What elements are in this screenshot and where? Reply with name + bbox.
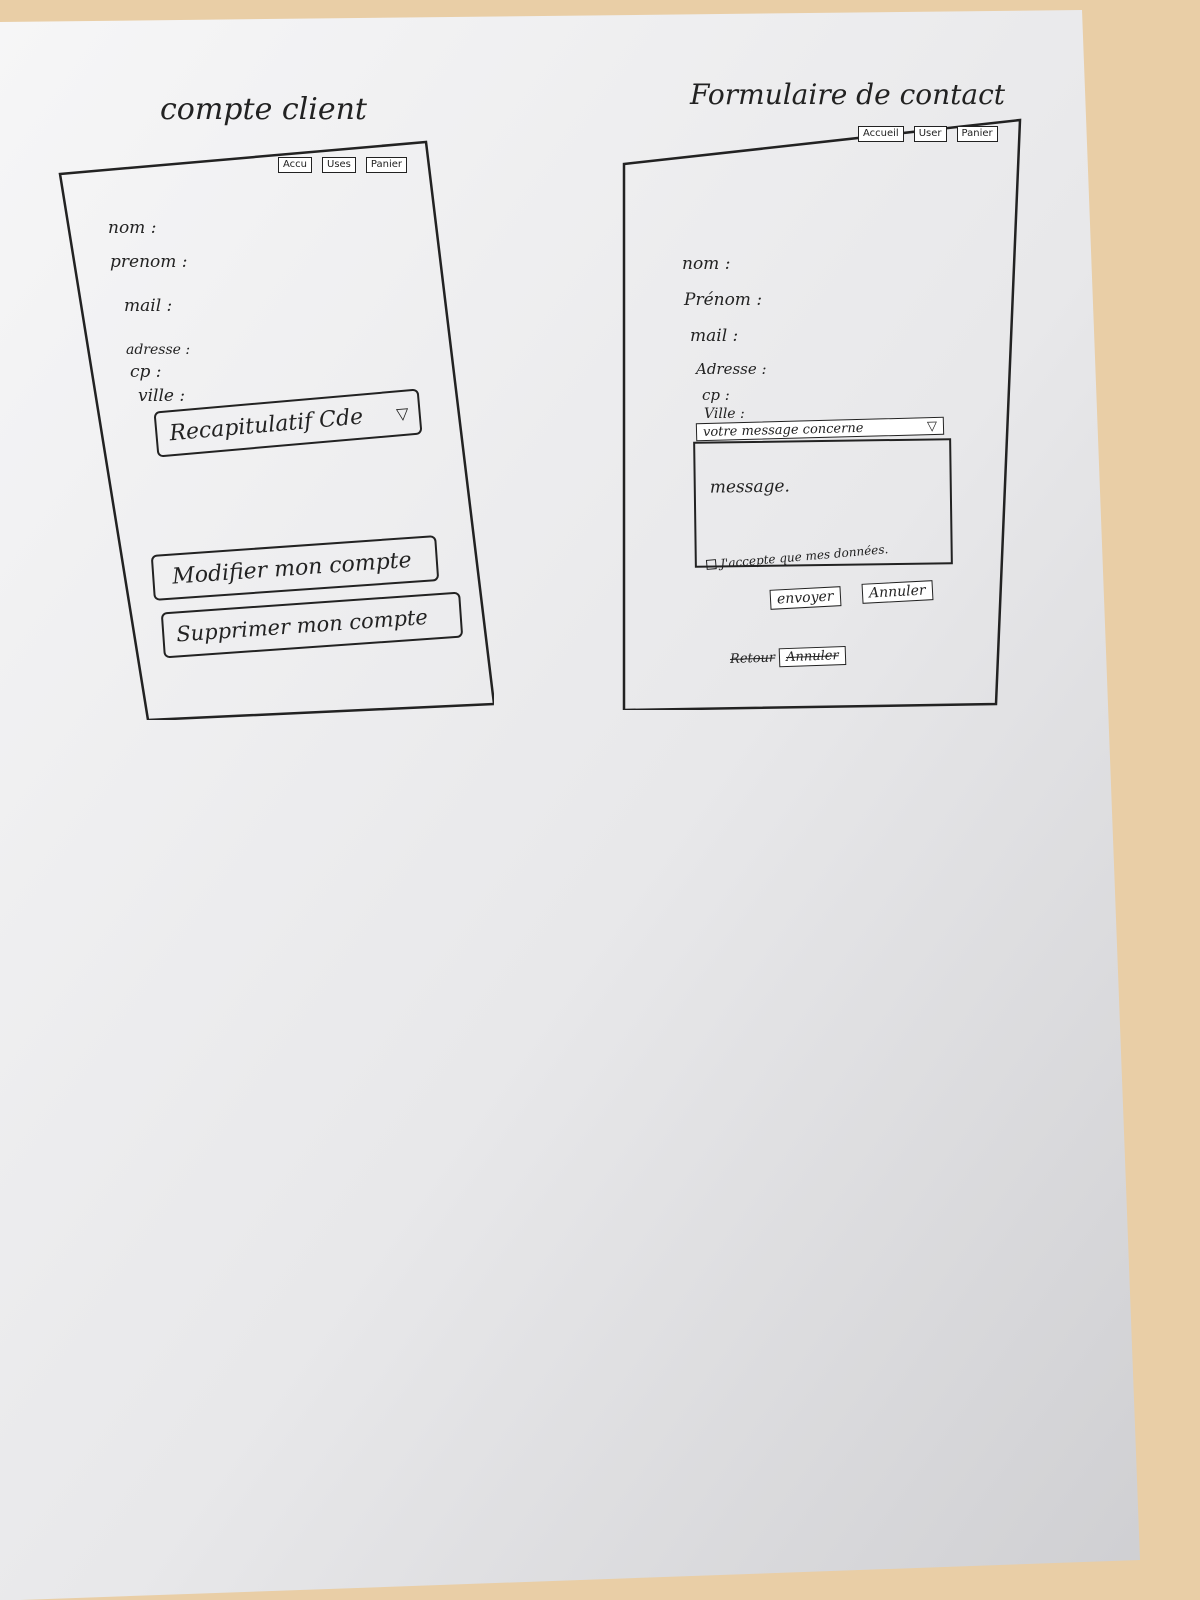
nav-panier[interactable]: Panier <box>365 157 407 173</box>
field-adresse: adresse : <box>126 342 191 358</box>
field-cp: cp : <box>702 386 730 404</box>
contact-phone-wireframe: Accueil User Panier nom : Prénom : mail … <box>622 118 1026 710</box>
photo-stage: compte client Formulaire de contact Accu… <box>0 0 1200 1600</box>
field-cp: cp : <box>130 362 162 382</box>
cancel-button[interactable]: Annuler <box>861 580 934 604</box>
chevron-down-icon: ▽ <box>395 402 410 423</box>
nav-panier[interactable]: Panier <box>956 126 998 142</box>
bottom-cancel-button[interactable]: Annuler <box>778 645 846 668</box>
field-nom: nom : <box>108 218 157 238</box>
account-nav: Accu Uses Panier <box>278 157 407 173</box>
field-prenom: prenom : <box>110 252 188 272</box>
field-prenom: Prénom : <box>684 290 763 310</box>
nav-user[interactable]: User <box>913 126 947 142</box>
send-button[interactable]: envoyer <box>769 586 842 610</box>
nav-accueil[interactable]: Accu <box>278 157 312 173</box>
field-ville: Ville : <box>704 406 745 422</box>
consent-checkbox[interactable] <box>705 559 717 570</box>
field-mail: mail : <box>690 326 739 346</box>
contact-nav: Accueil User Panier <box>858 126 998 142</box>
field-adresse: Adresse : <box>696 360 767 378</box>
nav-user[interactable]: Uses <box>322 157 356 173</box>
field-mail: mail : <box>124 296 173 316</box>
nav-accueil[interactable]: Accueil <box>858 126 904 142</box>
title-contact: Formulaire de contact <box>690 78 1006 111</box>
subject-select-label: votre message concerne <box>702 420 864 440</box>
order-summary-label: Recapitulatif Cde <box>168 403 365 446</box>
chevron-down-icon: ▽ <box>926 418 938 434</box>
contact-phone-frame <box>622 118 1022 710</box>
field-nom: nom : <box>682 254 731 274</box>
title-account: compte client <box>160 92 367 127</box>
struck-back-label: Retour <box>729 650 776 668</box>
account-phone-wireframe: Accu Uses Panier nom : prenom : mail : a… <box>58 140 494 720</box>
field-ville: ville : <box>138 386 186 406</box>
bottom-actions: Retour Annuler <box>729 645 846 669</box>
